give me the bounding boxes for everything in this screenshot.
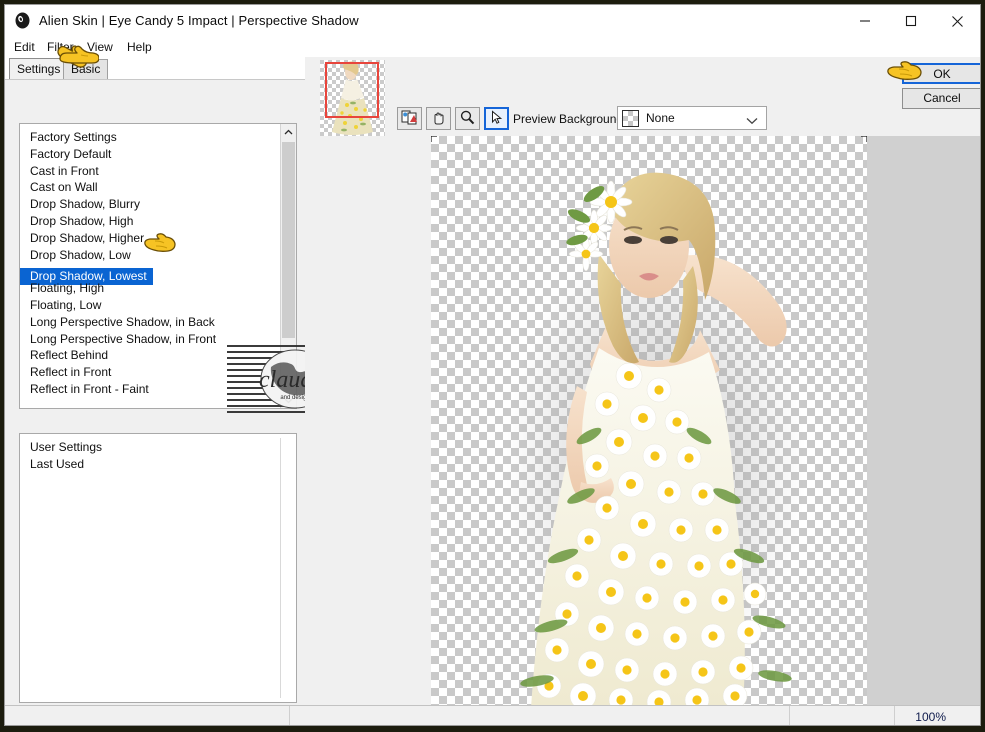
preview-background-value: None — [646, 111, 675, 125]
list-item[interactable]: Last Used — [20, 456, 280, 473]
status-segment-left — [5, 706, 290, 725]
list-item[interactable]: Factory Default — [20, 146, 280, 163]
list-item[interactable]: Floating, Low — [20, 297, 280, 314]
cancel-button[interactable]: Cancel — [902, 88, 980, 109]
canvas-left-padding — [305, 136, 431, 708]
list-item[interactable]: Factory Settings — [20, 129, 280, 146]
pointing-hand-basic-tab-icon — [57, 45, 99, 69]
user-settings-items: User Settings Last Used — [20, 434, 280, 702]
navigator-viewport-rect[interactable] — [325, 62, 379, 118]
preview-compare-icon-button[interactable] — [397, 107, 422, 130]
status-bar: 100% — [5, 705, 980, 725]
preview-background-label: Preview Background: — [513, 112, 627, 126]
minimize-button[interactable] — [842, 5, 888, 37]
hand-pan-icon — [430, 109, 447, 129]
arrow-select-icon — [489, 109, 504, 128]
checkerboard-transparency-swatch-icon — [622, 110, 639, 127]
scroll-up-icon[interactable] — [281, 124, 296, 140]
menu-item-edit[interactable]: Edit — [10, 39, 39, 55]
preview-compare-icon — [401, 109, 418, 129]
zoom-level-value: 100% — [915, 710, 946, 724]
preview-canvas[interactable] — [431, 136, 867, 708]
list-item[interactable]: Drop Shadow, High — [20, 213, 280, 230]
list-item[interactable]: Long Perspective Shadow, in Back — [20, 314, 280, 331]
tab-strip: Settings Basic — [5, 57, 305, 79]
chevron-down-icon[interactable] — [746, 114, 758, 128]
canvas-right-padding — [867, 136, 980, 708]
settings-panel: Settings Basic Factory Settings Factory … — [5, 57, 363, 725]
window-controls — [842, 5, 980, 37]
list-divider — [280, 438, 281, 698]
window-title: Alien Skin | Eye Candy 5 Impact | Perspe… — [39, 13, 359, 28]
close-button[interactable] — [934, 5, 980, 37]
zoom-magnifier-icon-button[interactable] — [455, 107, 480, 130]
application-window: Alien Skin | Eye Candy 5 Impact | Perspe… — [4, 4, 981, 726]
pointing-hand-preset-selected-icon — [143, 233, 177, 255]
hand-pan-icon-button[interactable] — [426, 107, 451, 130]
list-item[interactable]: User Settings — [20, 439, 280, 456]
status-segment-mid — [290, 706, 790, 725]
list-item[interactable]: Cast in Front — [20, 163, 280, 180]
navigator-thumbnail[interactable] — [320, 60, 385, 138]
selection-handle-top-right[interactable] — [860, 136, 867, 143]
list-item-selected-wrap: Drop Shadow, Lowest — [20, 263, 280, 286]
preview-image — [506, 172, 806, 708]
alien-skin-logo-icon — [14, 12, 31, 29]
pointing-hand-ok-button-icon — [887, 61, 923, 85]
maximize-button[interactable] — [888, 5, 934, 37]
zoom-magnifier-icon — [459, 109, 476, 129]
list-item[interactable]: Drop Shadow, Blurry — [20, 196, 280, 213]
scrollbar-thumb[interactable] — [282, 142, 295, 338]
list-item[interactable]: Cast on Wall — [20, 179, 280, 196]
preview-panel: Preview Background: None OK Cancel — [305, 57, 980, 725]
arrow-select-icon-button[interactable] — [484, 107, 509, 130]
selection-handle-top-left[interactable] — [431, 136, 438, 143]
menu-bar: Edit Filter View Help — [5, 37, 980, 57]
user-settings-list[interactable]: User Settings Last Used — [19, 433, 297, 703]
status-segment-zoom — [790, 706, 895, 725]
preview-background-select[interactable]: None — [617, 106, 767, 130]
menu-item-help[interactable]: Help — [123, 39, 156, 55]
title-bar: Alien Skin | Eye Candy 5 Impact | Perspe… — [5, 5, 980, 37]
